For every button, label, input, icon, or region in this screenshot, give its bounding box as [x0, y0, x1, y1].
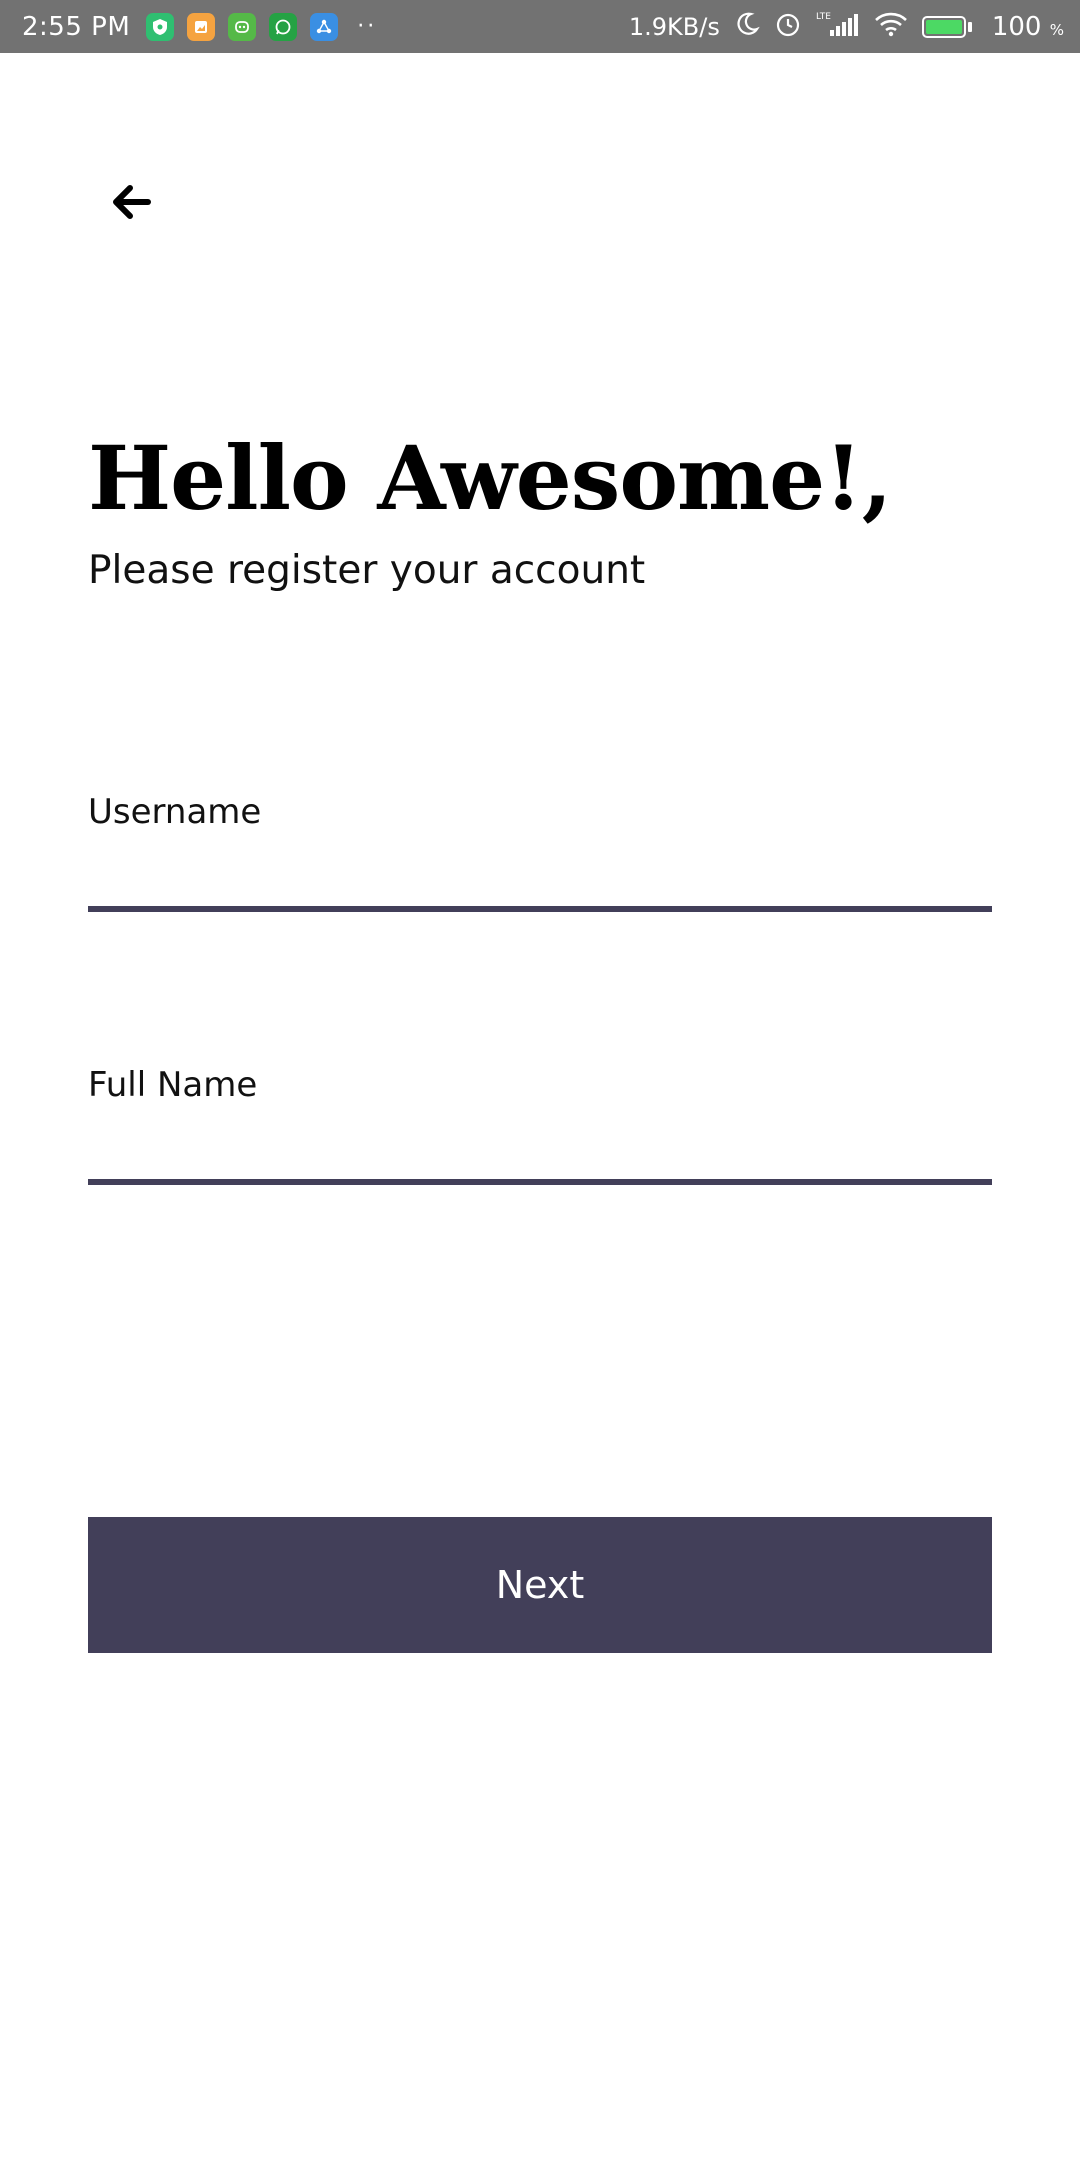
shareit-icon: [310, 12, 339, 41]
whatsapp-icon: [269, 12, 298, 41]
moon-icon: [734, 11, 760, 42]
more-notifications-icon: ··: [357, 14, 378, 39]
username-input[interactable]: [88, 832, 992, 912]
status-bar-right: 1.9KB/s LTE 100 %: [629, 10, 1080, 43]
battery-level: [925, 19, 962, 34]
status-bar-left: 2:55 PM ··: [0, 12, 377, 42]
svg-text:LTE: LTE: [816, 12, 831, 22]
arrow-left-icon: [113, 185, 151, 219]
network-speed: 1.9KB/s: [628, 12, 720, 41]
status-bar: 2:55 PM ·· 1.9KB/s LTE 100 %: [0, 0, 1080, 53]
alarm-icon: [774, 10, 802, 43]
page-title: Hello Awesome!,: [88, 426, 892, 530]
lte-signal-icon: LTE: [816, 10, 860, 43]
photos-app-icon: [187, 12, 216, 41]
page-subtitle: Please register your account: [88, 548, 646, 593]
battery-tip: [967, 21, 972, 32]
wifi-icon: [874, 11, 908, 42]
back-button[interactable]: [100, 170, 164, 234]
username-label: Username: [88, 792, 262, 832]
full-name-input[interactable]: [88, 1105, 992, 1185]
battery-percent-value: 100: [991, 11, 1042, 42]
full-name-field: Full Name: [88, 1065, 992, 1185]
shield-app-icon: [146, 12, 175, 41]
battery-body: [921, 15, 966, 38]
android-app-icon: [228, 12, 257, 41]
battery-icon: [921, 15, 972, 38]
next-button[interactable]: Next: [88, 1517, 992, 1653]
username-field: Username: [88, 792, 992, 912]
clock: 2:55 PM: [22, 11, 131, 42]
battery-percent: 100 %: [992, 12, 1064, 42]
battery-percent-unit: %: [1049, 20, 1064, 39]
full-name-label: Full Name: [88, 1065, 258, 1105]
